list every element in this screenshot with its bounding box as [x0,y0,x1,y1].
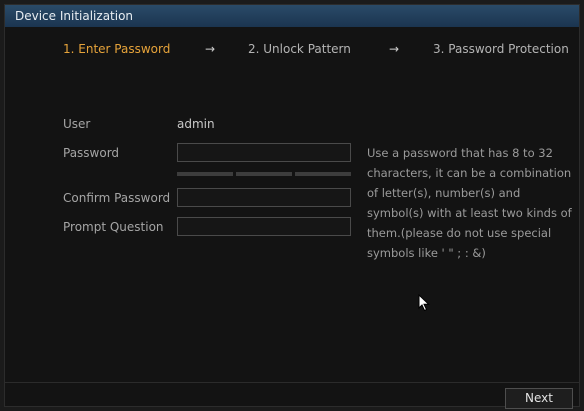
step-enter-password: 1. Enter Password [63,42,171,56]
confirm-password-label: Confirm Password [63,191,171,205]
next-button[interactable]: Next [505,388,573,409]
prompt-question-label: Prompt Question [63,220,164,234]
device-initialization-window: Device Initialization 1. Enter Password … [4,4,580,409]
password-strength-bar-medium [236,172,292,176]
password-strength-bar-weak [177,172,233,176]
password-field[interactable] [177,143,351,162]
user-value: admin [177,117,215,131]
confirm-password-field[interactable] [177,188,351,207]
footer-divider [5,382,579,383]
user-label: User [63,117,91,131]
step-arrow-icon: → [389,42,400,56]
password-label: Password [63,146,120,160]
step-indicator: 1. Enter Password → 2. Unlock Pattern → … [5,42,579,62]
mouse-cursor-icon [418,294,430,312]
step-unlock-pattern: 2. Unlock Pattern [248,42,351,56]
window-title: Device Initialization [5,5,579,27]
step-password-protection: 3. Password Protection [433,42,569,56]
step-arrow-icon: → [205,42,216,56]
prompt-question-field[interactable] [177,217,351,236]
password-strength-bar-strong [295,172,351,176]
password-rules-hint: Use a password that has 8 to 32 characte… [367,146,572,260]
